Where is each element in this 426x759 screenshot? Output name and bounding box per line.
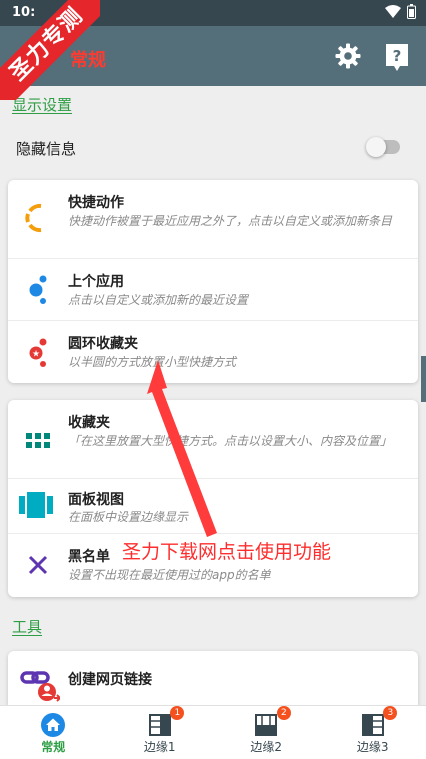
list-item-title: 创建网页链接 xyxy=(68,672,152,688)
close-icon xyxy=(24,551,52,579)
ring-favorites-icon: ★ xyxy=(24,338,52,367)
list-item-title: 收藏夹 xyxy=(68,415,110,431)
list-item-last-app[interactable]: 上个应用 点击以自定义或添加新的最近设置 xyxy=(8,258,418,320)
help-icon[interactable]: ? xyxy=(384,42,410,72)
svg-text:?: ? xyxy=(393,47,402,65)
tab-label: 边缘3 xyxy=(356,740,389,754)
notification-badge: 1 xyxy=(170,706,185,720)
grid-icon xyxy=(24,427,52,455)
list-item-title: 快捷动作 xyxy=(68,195,124,211)
svg-text:★: ★ xyxy=(32,350,40,360)
bottom-navigation: 常规 1 边缘1 2 边缘2 3 边缘3 xyxy=(0,705,426,759)
panel-icon xyxy=(18,491,54,519)
hide-info-toggle[interactable] xyxy=(366,137,400,157)
link-icon xyxy=(20,665,60,705)
list-item-desc: 点击以自定义或添加新的最近设置 xyxy=(68,293,249,307)
hide-info-label: 隐藏信息 xyxy=(16,140,77,158)
system-icons xyxy=(385,4,416,19)
list-item-title: 面板视图 xyxy=(68,492,124,508)
edge-panel-icon xyxy=(361,714,384,736)
card-edge-features: 收藏夹 「在这里放置大型快捷方式。点击以设置大小、内容及位置」 面板视图 在面板… xyxy=(8,400,418,597)
edge-panel-icon xyxy=(148,714,171,736)
wifi-icon xyxy=(385,4,401,18)
hide-info-row[interactable]: 隐藏信息 xyxy=(0,132,426,164)
list-item-title: 黑名单 xyxy=(68,549,110,565)
list-item-create-web-link[interactable]: 创建网页链接 xyxy=(8,651,418,711)
battery-icon xyxy=(407,4,416,19)
home-icon xyxy=(41,713,66,737)
tab-label: 边缘2 xyxy=(250,740,283,754)
tab-general[interactable]: 常规 xyxy=(0,706,107,759)
edge-panel-icon xyxy=(255,714,278,736)
tab-edge-3[interactable]: 3 边缘3 xyxy=(320,706,426,759)
list-item-desc: 设置不出现在最近使用过的app的名单 xyxy=(68,568,271,582)
dots-icon xyxy=(24,275,52,304)
section-title-tools: 工具 xyxy=(12,618,43,636)
list-item-desc: 以半圆的方式放置小型快捷方式 xyxy=(68,355,237,369)
status-bar: 10: xyxy=(0,0,426,26)
list-item-quick-actions[interactable]: 快捷动作 快捷动作被置于最近应用之外了，点击以自定义或添加新条目 xyxy=(8,180,418,258)
list-item-desc: 在面板中设置边缘显示 xyxy=(68,510,189,524)
tab-label: 边缘1 xyxy=(143,740,176,754)
half-ring-icon xyxy=(24,203,52,233)
toggle-knob xyxy=(366,137,386,157)
notification-badge: 2 xyxy=(276,706,291,720)
tab-edge-1[interactable]: 1 边缘1 xyxy=(107,706,214,759)
app-bar: 常规 ? xyxy=(0,26,426,86)
list-item-title: 上个应用 xyxy=(68,274,124,290)
gear-icon[interactable] xyxy=(334,42,362,70)
list-item-panel-view[interactable]: 面板视图 在面板中设置边缘显示 xyxy=(8,478,418,533)
list-item-favorites[interactable]: 收藏夹 「在这里放置大型快捷方式。点击以设置大小、内容及位置」 xyxy=(8,400,418,478)
status-time: 10: xyxy=(12,5,36,20)
tab-label: 常规 xyxy=(41,740,66,754)
card-tools: 创建网页链接 xyxy=(8,651,418,711)
list-item-title: 圆环收藏夹 xyxy=(68,336,138,352)
list-item-desc: 快捷动作被置于最近应用之外了，点击以自定义或添加新条目 xyxy=(68,214,393,228)
card-recent-features: 快捷动作 快捷动作被置于最近应用之外了，点击以自定义或添加新条目 上个应用 点击… xyxy=(8,180,418,383)
list-item-desc: 「在这里放置大型快捷方式。点击以设置大小、内容及位置」 xyxy=(68,434,393,448)
edge-handle[interactable] xyxy=(421,356,426,402)
tab-edge-2[interactable]: 2 边缘2 xyxy=(213,706,320,759)
list-item-ring-favorites[interactable]: ★ 圆环收藏夹 以半圆的方式放置小型快捷方式 xyxy=(8,320,418,383)
section-title-display: 显示设置 xyxy=(12,96,73,114)
overlay-watermark-text: 圣力下载网点击使用功能 xyxy=(122,541,332,563)
page-title: 常规 xyxy=(70,50,106,71)
notification-badge: 3 xyxy=(383,706,398,720)
